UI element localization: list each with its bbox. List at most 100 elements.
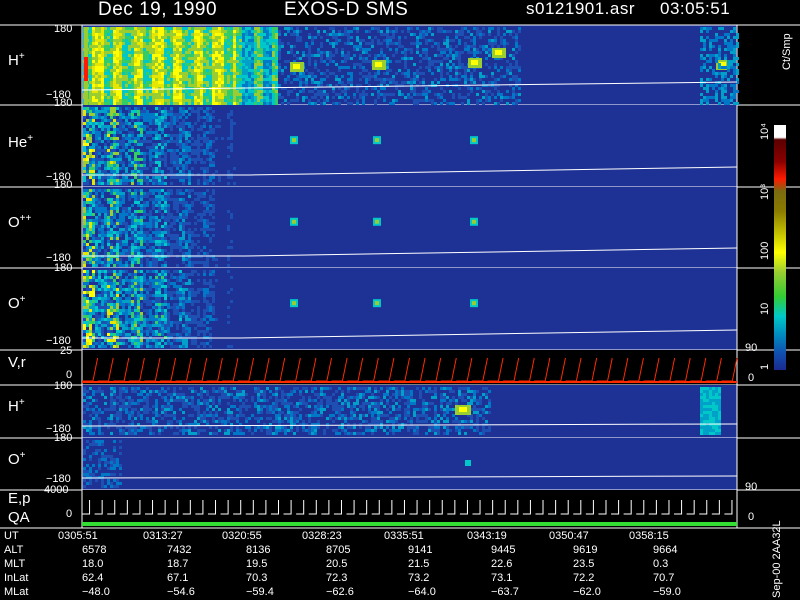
spectrogram-cell [128, 140, 131, 143]
spectrogram-cell [230, 45, 233, 48]
spectrogram-cell [161, 119, 164, 122]
spectrogram-cell [356, 39, 359, 42]
spectrogram-cell [167, 207, 170, 210]
spectrogram-cell [197, 69, 200, 72]
spectrogram-cell [161, 72, 164, 75]
spectrogram-cell [335, 78, 338, 81]
spectrogram-cell [488, 27, 491, 30]
spectrogram-cell [302, 51, 305, 54]
spectrogram-cell [152, 189, 155, 192]
spectrogram-cell [167, 84, 170, 87]
spectrogram-cell [104, 345, 107, 348]
spectrogram-cell [113, 60, 116, 63]
spectrogram-cell [134, 282, 137, 285]
spectrogram-cell [733, 30, 736, 33]
spectrogram-cell [191, 189, 194, 192]
spectrogram-cell [254, 78, 257, 81]
spectrogram-cell [203, 36, 206, 39]
spectrogram-cell [140, 131, 143, 134]
spectrogram-cell [206, 72, 209, 75]
spectrogram-cell [128, 143, 131, 146]
spectrogram-cell [143, 207, 146, 210]
spectrogram-cell [89, 146, 92, 149]
spectrogram-cell [137, 81, 140, 84]
spectrogram-cell [164, 243, 167, 246]
spectrogram-cell [95, 75, 98, 78]
spectrogram-cell [167, 96, 170, 99]
spectrogram-cell [158, 78, 161, 81]
spectrogram-cell [95, 161, 98, 164]
spectrogram-cell [194, 93, 197, 96]
spectrogram-cell [134, 39, 137, 42]
spectrogram-cell [170, 167, 173, 170]
spectrogram-cell [176, 240, 179, 243]
spectrogram-cell [305, 81, 308, 84]
spectrogram-cell [143, 140, 146, 143]
spectrogram-cell [116, 27, 119, 30]
spectrogram-cell [101, 60, 104, 63]
spectrogram-cell [107, 288, 110, 291]
spectrogram-cell [158, 36, 161, 39]
spectrogram-cell [212, 102, 215, 105]
spectrogram-cell [212, 228, 215, 231]
spectrogram-cell [239, 48, 242, 51]
spectrogram-cell [320, 57, 323, 60]
spectrogram-cell [164, 225, 167, 228]
spectrogram-cell [179, 222, 182, 225]
spectrogram-cell [425, 96, 428, 99]
spectrogram-cell [266, 96, 269, 99]
spectrogram-cell [179, 240, 182, 243]
spectrogram-cell [89, 102, 92, 105]
spectrogram-cell [116, 291, 119, 294]
spectrogram-cell [197, 179, 200, 182]
spectrogram-cell [239, 63, 242, 66]
spectrogram-cell [245, 27, 248, 30]
spectrogram-cell [176, 51, 179, 54]
spectrogram-cell [89, 321, 92, 324]
spectrogram-cell [347, 42, 350, 45]
spectrogram-cell [479, 72, 482, 75]
spectrogram-cell [317, 81, 320, 84]
spectrogram-cell [353, 54, 356, 57]
spectrogram-cell [110, 158, 113, 161]
spectrogram-cell [377, 78, 380, 81]
spectrogram-cell [84, 57, 88, 60]
spectrogram-cell [308, 51, 311, 54]
spectrogram-cell [278, 33, 281, 36]
spectrogram-cell [191, 60, 194, 63]
spectrogram-cell [167, 134, 170, 137]
spectrogram-cell [125, 78, 128, 81]
spectrogram-cell [209, 45, 212, 48]
spectrogram-cell [137, 345, 140, 348]
spectrogram-cell [407, 81, 410, 84]
spectrogram-cell [212, 210, 215, 213]
spectrogram-cell [113, 63, 116, 66]
spectrogram-cell [182, 204, 185, 207]
spectrogram-cell [218, 48, 221, 51]
spectrogram-cell [131, 234, 134, 237]
spectrogram-cell [458, 60, 461, 63]
spectrogram-cell [320, 60, 323, 63]
spectrogram-cell [164, 81, 167, 84]
spectrogram-cell [182, 210, 185, 213]
spectrogram-cell [122, 81, 125, 84]
spectrogram-cell [733, 60, 736, 63]
spectrogram-cell [155, 122, 158, 125]
spectrogram-cell [116, 222, 119, 225]
spectrogram-cell [164, 60, 167, 63]
spectrogram-cell [149, 72, 152, 75]
spectrogram-cell [482, 33, 485, 36]
spectrogram-cell [140, 78, 143, 81]
spectrogram-cell [170, 96, 173, 99]
spectrogram-cell [446, 57, 449, 60]
spectrogram-cell [89, 303, 92, 306]
spectrogram-cell [176, 155, 179, 158]
spectrogram-cell [497, 45, 500, 48]
spectrogram-cell [206, 48, 209, 51]
spectrogram-cell [164, 182, 167, 185]
spectrogram-cell [380, 78, 383, 81]
spectrogram-cell [455, 30, 458, 33]
spectrogram-cell [191, 90, 194, 93]
spectrogram-cell [137, 294, 140, 297]
spectrogram-cell [92, 128, 95, 131]
